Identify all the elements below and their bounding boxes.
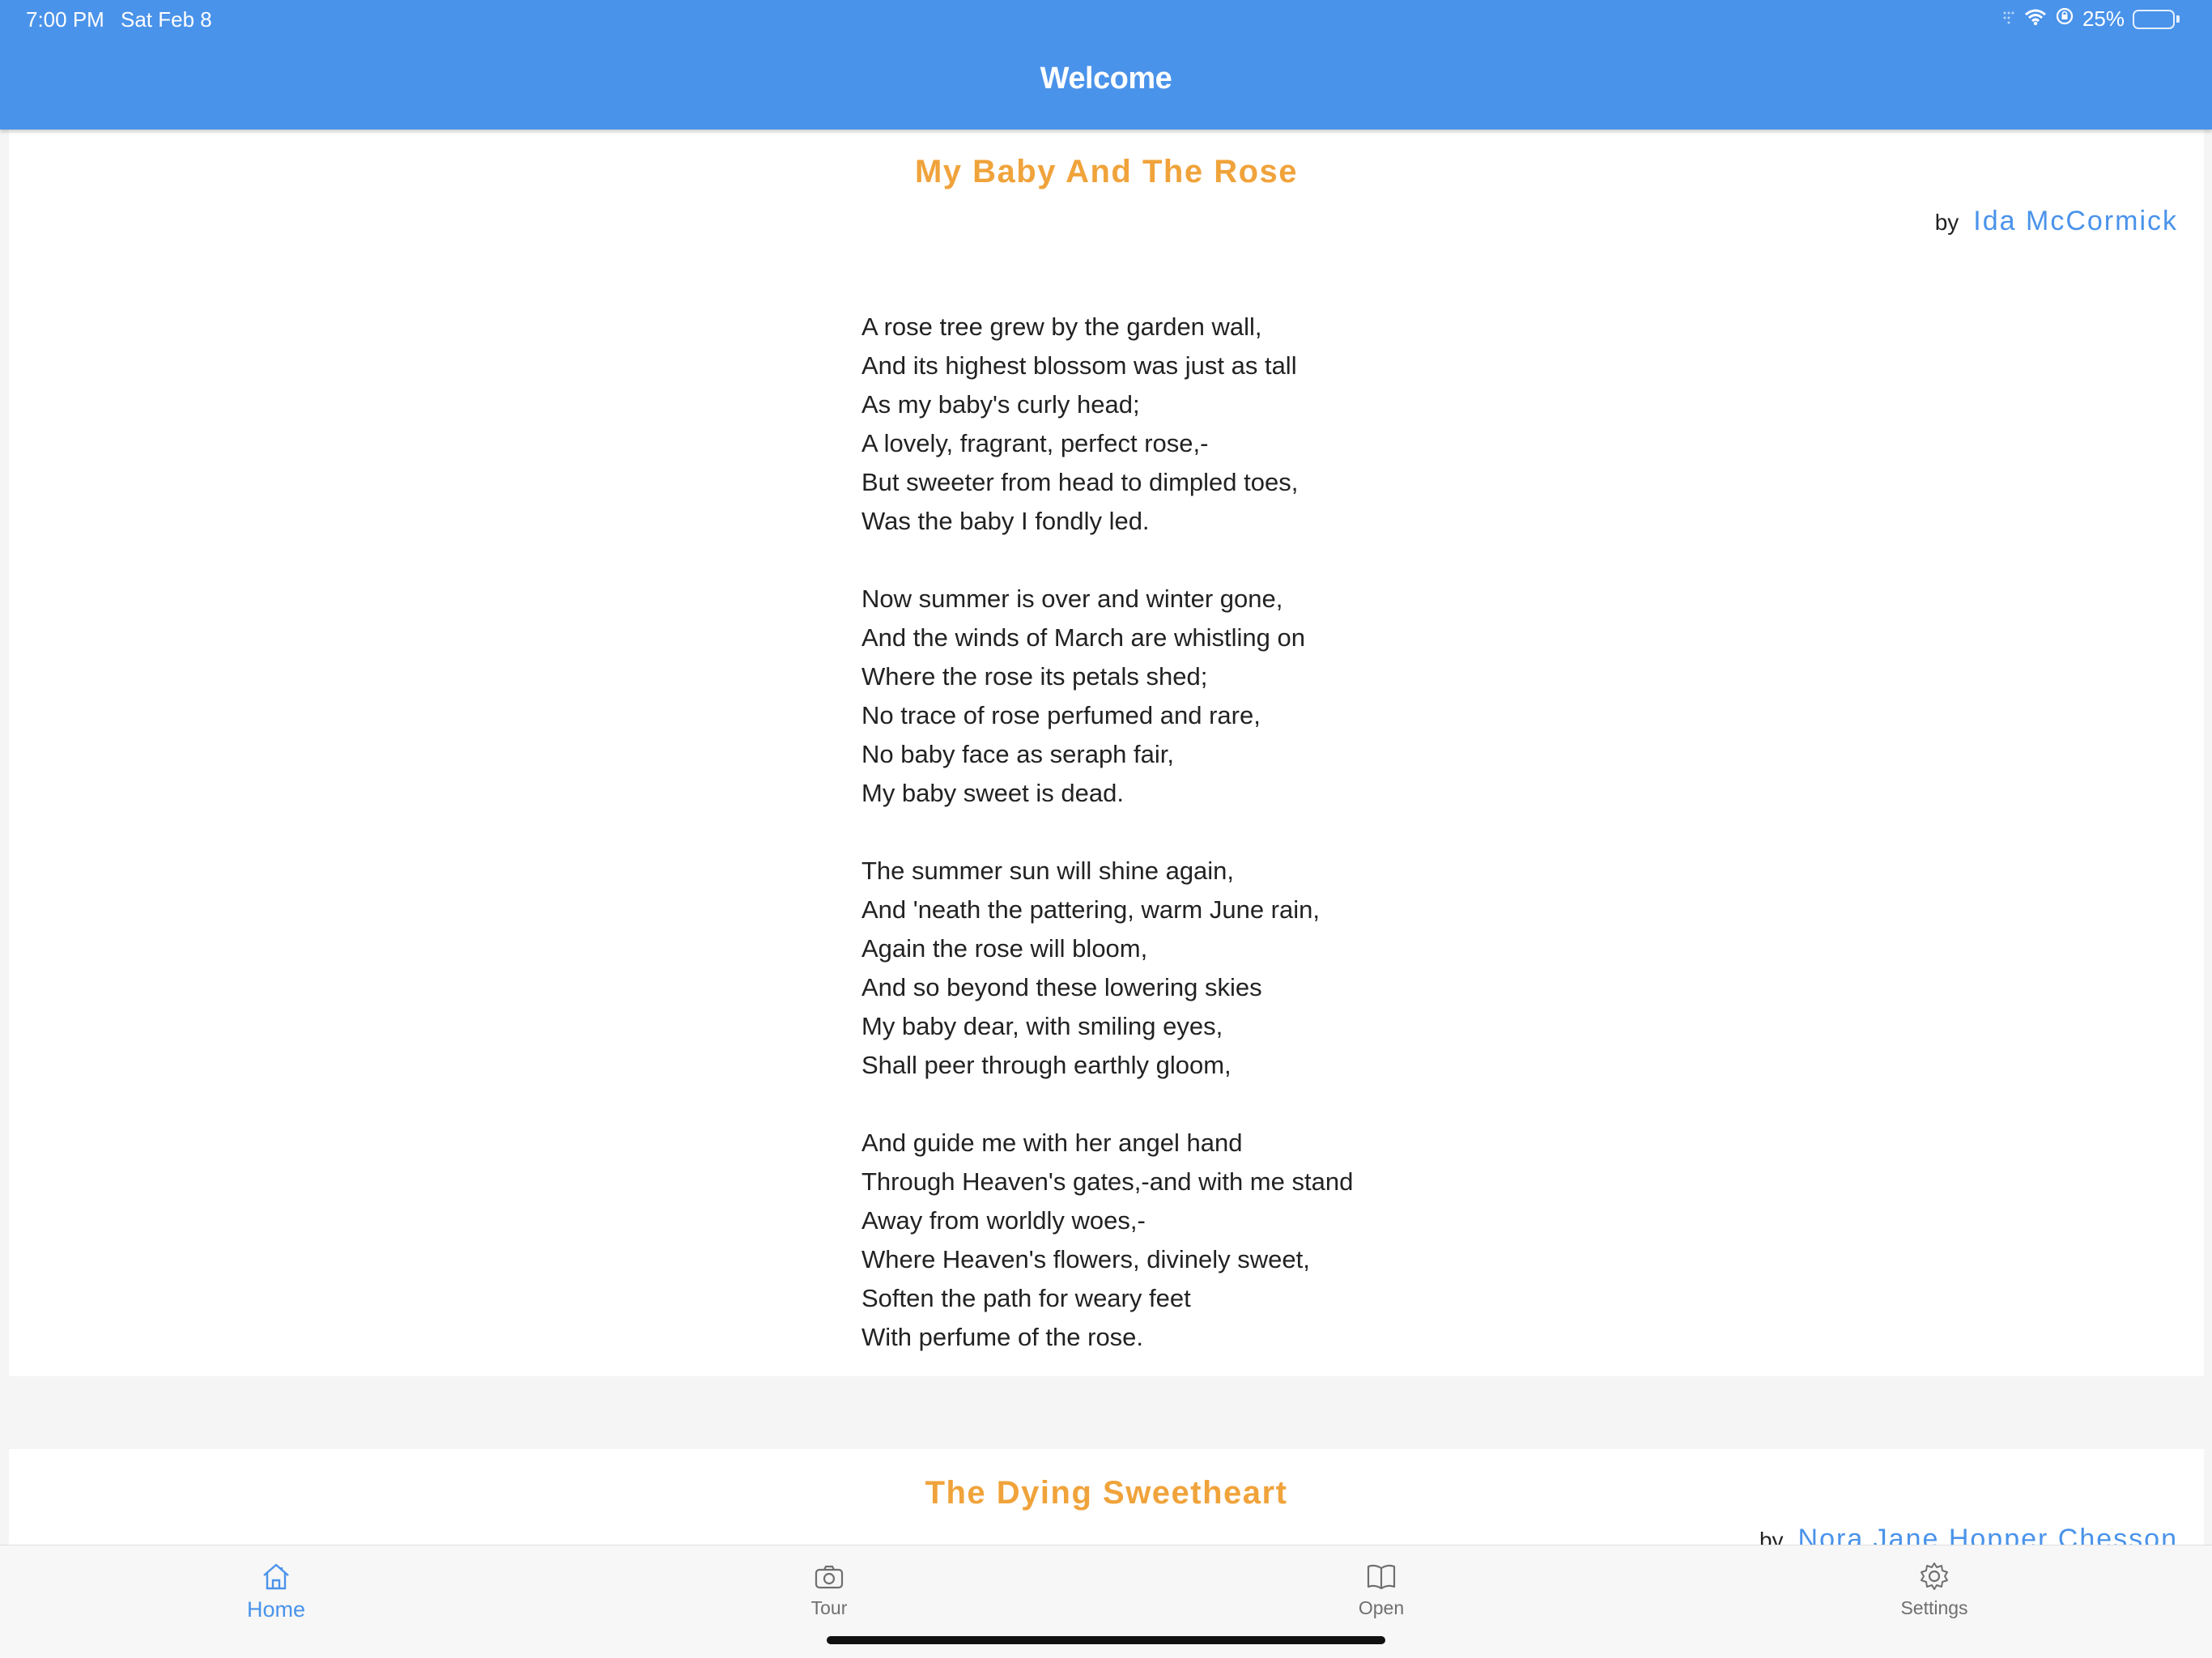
camera-icon — [748, 1560, 910, 1592]
status-date: Sat Feb 8 — [121, 7, 212, 32]
battery-icon — [2133, 9, 2180, 29]
orientation-lock-icon — [2055, 6, 2074, 32]
poem-byline: by Nora Jane Hopper Chesson — [1759, 1524, 2178, 1546]
poem-title: The Dying Sweetheart — [925, 1475, 1288, 1511]
poem-card[interactable]: The Dying Sweetheart by Nora Jane Hopper… — [9, 1449, 2204, 1546]
author-link[interactable]: Ida McCormick — [1973, 206, 2178, 237]
tab-label: Open — [1358, 1597, 1405, 1618]
tab-label: Tour — [810, 1597, 848, 1618]
tab-label: Home — [246, 1597, 306, 1622]
tab-home[interactable]: Home — [195, 1560, 357, 1622]
page-title: Welcome — [1040, 62, 1172, 96]
gear-icon — [1853, 1560, 2015, 1592]
wifi-icon — [2024, 6, 2047, 32]
tab-label: Settings — [1900, 1597, 1968, 1618]
poem-byline: by Ida McCormick — [1935, 206, 2178, 237]
status-time: 7:00 PM — [26, 7, 104, 32]
poem-card[interactable]: My Baby And The Rose by Ida McCormick A … — [9, 130, 2204, 1376]
tab-settings[interactable]: Settings — [1853, 1560, 2015, 1619]
by-label: by — [1934, 210, 1959, 235]
author-link[interactable]: Nora Jane Hopper Chesson — [1798, 1524, 2178, 1546]
poem-text: A rose tree grew by the garden wall, And… — [861, 312, 1354, 1351]
book-icon — [1300, 1560, 1462, 1592]
poem-title: My Baby And The Rose — [914, 154, 1299, 189]
navigation-bar: Welcome — [0, 37, 2212, 130]
tab-tour[interactable]: Tour — [748, 1560, 910, 1619]
battery-percent: 25% — [2082, 6, 2125, 31]
by-label: by — [1759, 1528, 1784, 1546]
home-indicator[interactable] — [827, 1636, 1385, 1644]
signal-icon — [2001, 6, 2016, 32]
status-indicators: 25% — [2001, 6, 2180, 32]
tab-open[interactable]: Open — [1300, 1560, 1462, 1619]
status-bar: 7:00 PM Sat Feb 8 25% — [0, 0, 2212, 37]
home-icon — [195, 1560, 357, 1592]
